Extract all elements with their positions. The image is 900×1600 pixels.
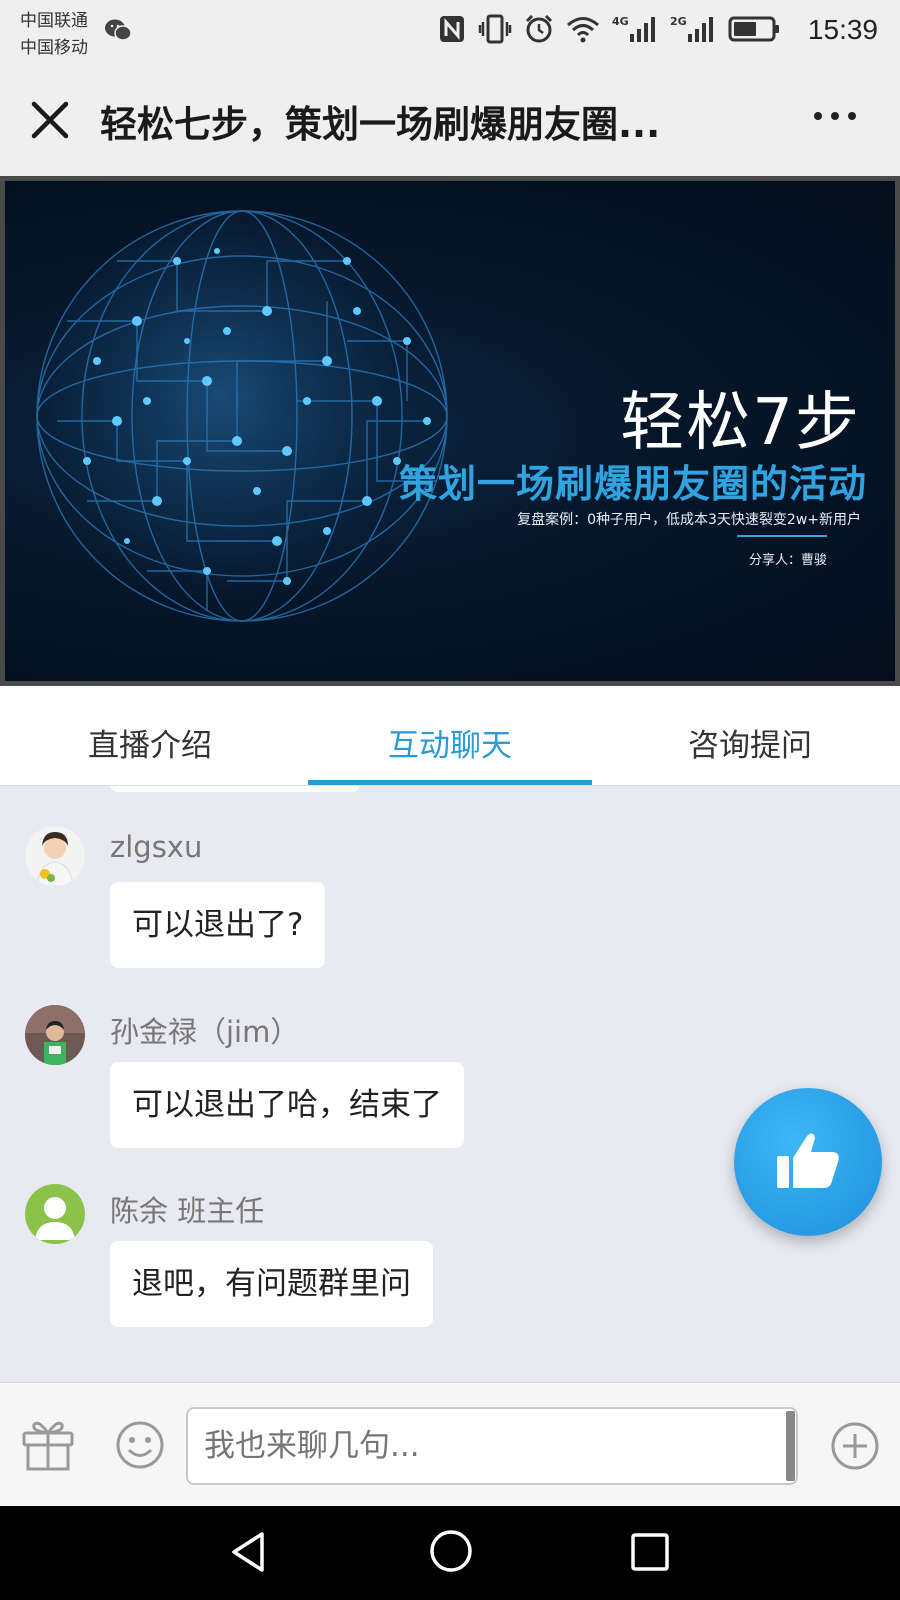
chat-input-bar — [0, 1382, 900, 1506]
chat-list[interactable]: zlgsxu 可以退出了? 孙金禄（jim） 可以退出了哈，结束了 陈余 班主任… — [0, 786, 900, 1382]
nfc-icon — [438, 14, 466, 44]
thumbs-up-icon — [773, 1128, 843, 1196]
clock: 15:39 — [807, 14, 878, 45]
tab-interactive-chat[interactable]: 互动聊天 — [300, 686, 600, 785]
banner-title: 轻松7步 — [620, 386, 861, 460]
message-bubble: 退吧，有问题群里问 — [110, 1241, 433, 1327]
live-video-banner[interactable]: 轻松7步 策划一场刷爆朋友圈的活动 复盘案例：0种子用户，低成本3天快速裂变2w… — [0, 176, 900, 686]
home-icon[interactable] — [428, 1528, 474, 1578]
more-icon[interactable] — [814, 112, 856, 120]
tab-consult-questions[interactable]: 咨询提问 — [600, 686, 900, 785]
title-bar: 轻松七步，策划一场刷爆朋友圈... — [0, 64, 900, 176]
vibrate-icon — [478, 14, 512, 44]
message-bubble: 可以退出了? — [110, 882, 326, 968]
wechat-icon — [104, 18, 132, 46]
signal-2g-icon: 2G — [670, 14, 716, 44]
back-icon[interactable] — [228, 1530, 268, 1578]
avatar[interactable] — [25, 826, 85, 886]
page-title: 轻松七步，策划一场刷爆朋友圈... — [100, 103, 661, 146]
gift-icon[interactable] — [20, 1417, 76, 1475]
network-globe-graphic — [36, 210, 448, 622]
carrier-1: 中国联通 — [20, 11, 88, 31]
chat-message-input[interactable] — [186, 1407, 798, 1485]
plus-icon[interactable] — [830, 1421, 880, 1475]
close-icon[interactable] — [28, 98, 72, 142]
message-bubble: 可以退出了哈，结束了 — [110, 1062, 464, 1148]
username: zlgsxu — [110, 830, 203, 864]
banner-sharer: 分享人：曹骏 — [748, 553, 827, 568]
emoji-icon[interactable] — [114, 1419, 166, 1475]
avatar[interactable] — [25, 1005, 85, 1065]
carrier-2: 中国移动 — [20, 38, 88, 58]
banner-caption: 复盘案例：0种子用户，低成本3天快速裂变2w+新用户 — [517, 512, 861, 528]
tab-bar: 直播介绍 互动聊天 咨询提问 — [0, 686, 900, 786]
alarm-icon — [524, 14, 554, 44]
battery-icon — [728, 15, 780, 43]
signal-4g-label: 4G — [612, 15, 629, 28]
signal-4g-icon: 4G — [612, 14, 658, 44]
banner-divider — [737, 535, 827, 537]
wifi-icon — [566, 15, 600, 43]
recent-apps-icon[interactable] — [630, 1532, 670, 1576]
username: 陈余 班主任 — [110, 1194, 265, 1228]
message-bubble-partial — [110, 786, 360, 792]
signal-2g-label: 2G — [670, 15, 687, 28]
avatar[interactable] — [25, 1184, 85, 1244]
tab-live-intro[interactable]: 直播介绍 — [0, 686, 300, 785]
banner-subtitle: 策划一场刷爆朋友圈的活动 — [398, 462, 867, 506]
like-button[interactable] — [734, 1088, 882, 1236]
input-scrollbar — [786, 1411, 795, 1481]
status-bar: 中国联通 中国移动 4G 2G 15:39 — [0, 0, 900, 64]
system-nav-bar — [0, 1506, 900, 1600]
username: 孙金禄（jim） — [110, 1015, 300, 1049]
